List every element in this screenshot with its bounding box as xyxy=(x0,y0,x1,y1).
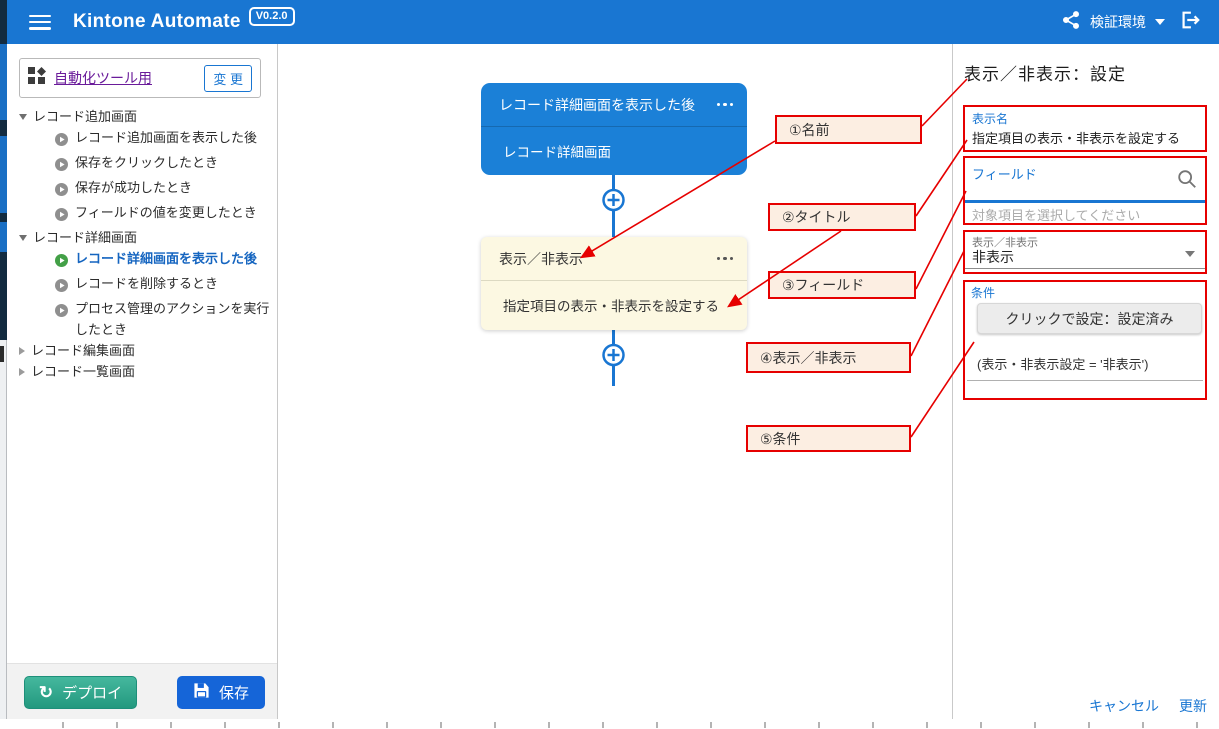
display-name-value: 指定項目の表示・非表示を設定する xyxy=(972,128,1180,147)
bottom-ruler xyxy=(0,719,1219,729)
tree-group-record-add[interactable]: レコード追加画面 xyxy=(7,106,275,127)
version-badge: V0.2.0 xyxy=(249,7,295,26)
update-button[interactable]: 更新 xyxy=(1179,696,1207,716)
play-circle-icon xyxy=(55,156,68,177)
visibility-value: 非表示 xyxy=(972,247,1014,267)
app-selector-card: 自動化ツール用 変 更 xyxy=(19,58,261,98)
chevron-down-icon xyxy=(19,114,27,120)
play-circle-icon xyxy=(55,181,68,202)
visibility-select[interactable]: 表示／非表示 非表示 xyxy=(963,230,1207,274)
condition-summary: (表示・非表示設定 = '非表示') xyxy=(977,354,1148,373)
node-header-label: 表示／非表示 xyxy=(499,249,583,269)
sidebar-footer: ↻ デプロイ 保存 xyxy=(7,663,277,719)
play-circle-icon xyxy=(55,302,68,323)
search-icon[interactable] xyxy=(1176,168,1198,195)
node-header-label: レコード詳細画面を表示した後 xyxy=(499,95,695,115)
event-tree: レコード追加画面 レコード追加画面を表示した後 保存をクリックしたとき 保存が成… xyxy=(7,106,275,382)
hamburger-menu-icon[interactable] xyxy=(29,15,51,30)
cancel-button[interactable]: キャンセル xyxy=(1089,696,1159,716)
annotation-field: ③フィールド xyxy=(768,271,916,299)
node-body-label: レコード詳細画面 xyxy=(481,127,747,175)
tree-group-record-list[interactable]: レコード一覧画面 xyxy=(7,361,275,382)
settings-panel: 表示／非表示：設定 表示名 指定項目の表示・非表示を設定する フィールド 対象項… xyxy=(952,44,1219,729)
play-circle-icon xyxy=(55,131,68,152)
field-label: フィールド xyxy=(972,164,1037,183)
environment-label: 検証環境 xyxy=(1090,12,1146,32)
save-floppy-icon xyxy=(193,682,210,703)
field-search-field[interactable]: フィールド 対象項目を選択してください xyxy=(963,156,1207,225)
flow-node-action[interactable]: 表示／非表示 指定項目の表示・非表示を設定する xyxy=(481,237,747,330)
chevron-down-icon xyxy=(19,235,27,241)
dropdown-caret-icon[interactable] xyxy=(1185,251,1195,257)
app-name-link[interactable]: 自動化ツール用 xyxy=(54,68,152,88)
condition-underline xyxy=(967,380,1203,381)
input-focus-underline xyxy=(965,200,1205,203)
sync-icon: ↻ xyxy=(39,684,53,701)
condition-set-button[interactable]: クリックで設定：設定済み xyxy=(977,303,1202,334)
share-icon xyxy=(1061,10,1081,35)
more-menu-icon[interactable] xyxy=(717,257,734,261)
tree-item[interactable]: プロセス管理のアクションを実行したとき xyxy=(7,298,275,340)
sidebar: 自動化ツール用 変 更 レコード追加画面 レコード追加画面を表示した後 保存をク… xyxy=(7,44,278,729)
save-button[interactable]: 保存 xyxy=(177,676,265,709)
deploy-button[interactable]: ↻ デプロイ xyxy=(24,676,137,709)
annotation-name: ①名前 xyxy=(775,115,922,144)
annotation-title: ②タイトル xyxy=(768,203,916,231)
more-menu-icon[interactable] xyxy=(717,103,734,107)
annotation-visibility: ④表示／非表示 xyxy=(746,342,911,373)
play-circle-icon xyxy=(55,206,68,227)
tree-item[interactable]: 保存をクリックしたとき xyxy=(7,152,275,177)
tree-item[interactable]: レコードを削除するとき xyxy=(7,273,275,298)
node-body-label: 指定項目の表示・非表示を設定する xyxy=(481,281,747,329)
play-circle-icon xyxy=(55,277,68,298)
tree-item[interactable]: レコード追加画面を表示した後 xyxy=(7,127,275,152)
annotation-condition: ⑤条件 xyxy=(746,425,911,452)
display-name-label: 表示名 xyxy=(972,110,1008,127)
top-bar: Kintone Automate V0.2.0 検証環境 xyxy=(7,0,1219,44)
select-underline xyxy=(965,268,1205,269)
change-app-button[interactable]: 変 更 xyxy=(204,65,252,92)
chevron-down-icon xyxy=(1155,19,1165,25)
logout-icon[interactable] xyxy=(1179,9,1201,36)
left-edge-strip xyxy=(0,0,7,729)
environment-selector[interactable]: 検証環境 xyxy=(1061,10,1165,35)
chevron-right-icon xyxy=(19,368,25,376)
chevron-right-icon xyxy=(19,347,25,355)
display-name-field[interactable]: 表示名 指定項目の表示・非表示を設定する xyxy=(963,105,1207,152)
condition-label: 条件 xyxy=(971,284,995,301)
app-title: Kintone Automate xyxy=(73,11,241,33)
tree-item[interactable]: フィールドの値を変更したとき xyxy=(7,202,275,227)
tree-item[interactable]: 保存が成功したとき xyxy=(7,177,275,202)
field-placeholder: 対象項目を選択してください xyxy=(972,205,1140,224)
flow-node-trigger[interactable]: レコード詳細画面を表示した後 レコード詳細画面 xyxy=(481,83,747,175)
tree-group-record-edit[interactable]: レコード編集画面 xyxy=(7,340,275,361)
app-grid-icon xyxy=(28,67,46,90)
tree-group-record-detail[interactable]: レコード詳細画面 xyxy=(7,227,275,248)
panel-title: 表示／非表示：設定 xyxy=(964,60,1126,85)
tree-item-selected[interactable]: レコード詳細画面を表示した後 xyxy=(7,248,275,273)
play-circle-icon-active xyxy=(55,252,68,273)
condition-field: 条件 クリックで設定：設定済み (表示・非表示設定 = '非表示') xyxy=(963,280,1207,400)
